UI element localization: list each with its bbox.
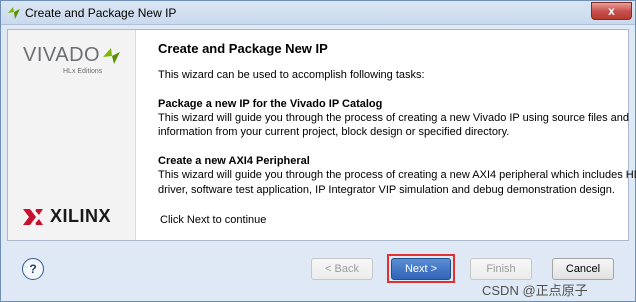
question-icon: ? (29, 262, 37, 276)
section-package-line-2: information from your current project, b… (158, 126, 510, 138)
vivado-app-icon (8, 7, 20, 19)
close-button[interactable]: x (591, 2, 632, 20)
xilinx-mark-icon (23, 208, 43, 225)
vivado-wordmark: VIVADO (23, 44, 101, 66)
back-button[interactable]: < Back (311, 258, 373, 280)
section-package-title: Package a new IP for the Vivado IP Catal… (158, 98, 383, 110)
help-button[interactable]: ? (22, 258, 44, 280)
wizard-window: Create and Package New IP x VIVADO HLx E… (0, 0, 636, 302)
branding-panel: VIVADO HLx Editions XILINX (8, 30, 136, 240)
section-axi-line-1: This wizard will guide you through the p… (158, 169, 636, 181)
finish-button[interactable]: Finish (470, 258, 532, 280)
csdn-watermark: CSDN @正点原子 (482, 283, 588, 298)
vivado-edition: HLx Editions (63, 68, 103, 75)
intro-text: This wizard can be used to accomplish fo… (158, 69, 425, 81)
next-button[interactable]: Next > (391, 258, 451, 280)
footer-instruction: Click Next to continue (160, 214, 267, 226)
section-package-line-1: This wizard will guide you through the p… (158, 112, 630, 124)
title-bar: Create and Package New IP x (1, 1, 635, 25)
cancel-button[interactable]: Cancel (552, 258, 614, 280)
vivado-leaf-icon (103, 48, 120, 64)
close-icon: x (608, 4, 615, 18)
page-title: Create and Package New IP (158, 41, 328, 56)
wizard-page: VIVADO HLx Editions XILINX Create and Pa… (7, 29, 636, 241)
vivado-logo: VIVADO HLx Editions (23, 44, 120, 75)
section-axi-line-2: driver, software test application, IP In… (158, 184, 615, 196)
xilinx-wordmark: XILINX (50, 206, 112, 226)
window-title: Create and Package New IP (25, 6, 177, 20)
section-axi-title: Create a new AXI4 Peripheral (158, 155, 310, 167)
xilinx-logo: XILINX (22, 206, 111, 227)
